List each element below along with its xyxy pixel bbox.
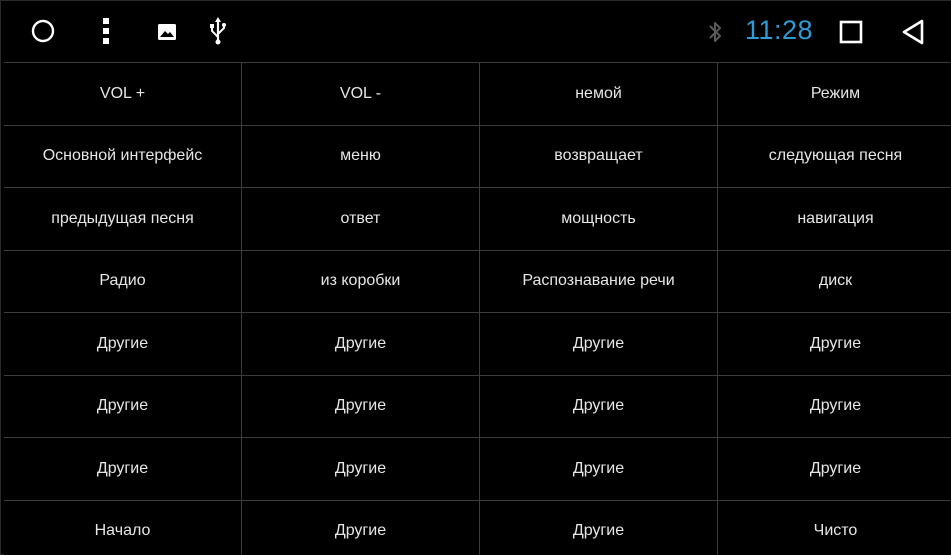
grid-button[interactable]: Другие xyxy=(242,500,479,555)
grid-button[interactable]: VOL + xyxy=(4,63,241,125)
grid-button[interactable]: немой xyxy=(480,63,717,125)
grid-button[interactable]: Основной интерфейс xyxy=(4,125,241,187)
home-circle-icon[interactable] xyxy=(31,19,55,43)
grid-button[interactable]: предыдущая песня xyxy=(4,188,241,250)
grid-button[interactable]: из коробки xyxy=(242,250,479,312)
grid-button[interactable]: Другие xyxy=(480,313,717,375)
grid-button[interactable]: Другие xyxy=(480,375,717,437)
status-clock: 11:28 xyxy=(745,15,814,45)
grid-button[interactable]: Чисто xyxy=(718,500,951,555)
grid-button[interactable]: Другие xyxy=(718,438,951,500)
grid-button[interactable]: Другие xyxy=(480,438,717,500)
grid-button[interactable]: диск xyxy=(718,250,951,312)
grid-button[interactable]: Другие xyxy=(4,438,241,500)
grid-button[interactable]: меню xyxy=(242,125,479,187)
grid-button[interactable]: Начало xyxy=(4,500,241,555)
grid-button[interactable]: следующая песня xyxy=(718,125,951,187)
screen: 11:28 VOL + VOL - немой Режим Основной и… xyxy=(0,0,951,555)
bluetooth-icon xyxy=(708,20,722,44)
grid-button[interactable]: Распознавание речи xyxy=(480,250,717,312)
grid-button[interactable]: Радио xyxy=(4,250,241,312)
usb-icon xyxy=(210,17,226,45)
recents-square-icon[interactable] xyxy=(839,20,863,44)
grid-button[interactable]: Другие xyxy=(4,313,241,375)
grid-button[interactable]: навигация xyxy=(718,188,951,250)
grid-button[interactable]: VOL - xyxy=(242,63,479,125)
back-triangle-icon[interactable] xyxy=(901,19,925,45)
more-vertical-icon[interactable] xyxy=(101,17,111,45)
grid-button[interactable]: Режим xyxy=(718,63,951,125)
grid-button[interactable]: Другие xyxy=(718,375,951,437)
grid-button[interactable]: Другие xyxy=(242,438,479,500)
grid-button[interactable]: Другие xyxy=(718,313,951,375)
grid-button[interactable]: Другие xyxy=(242,313,479,375)
image-icon xyxy=(158,24,176,40)
grid-button[interactable]: мощность xyxy=(480,188,717,250)
grid-button[interactable]: Другие xyxy=(242,375,479,437)
grid-button[interactable]: Другие xyxy=(4,375,241,437)
button-grid: VOL + VOL - немой Режим Основной интерфе… xyxy=(4,62,951,555)
grid-button[interactable]: ответ xyxy=(242,188,479,250)
status-bar: 11:28 xyxy=(1,1,951,62)
grid-button[interactable]: Другие xyxy=(480,500,717,555)
grid-button[interactable]: возвращает xyxy=(480,125,717,187)
